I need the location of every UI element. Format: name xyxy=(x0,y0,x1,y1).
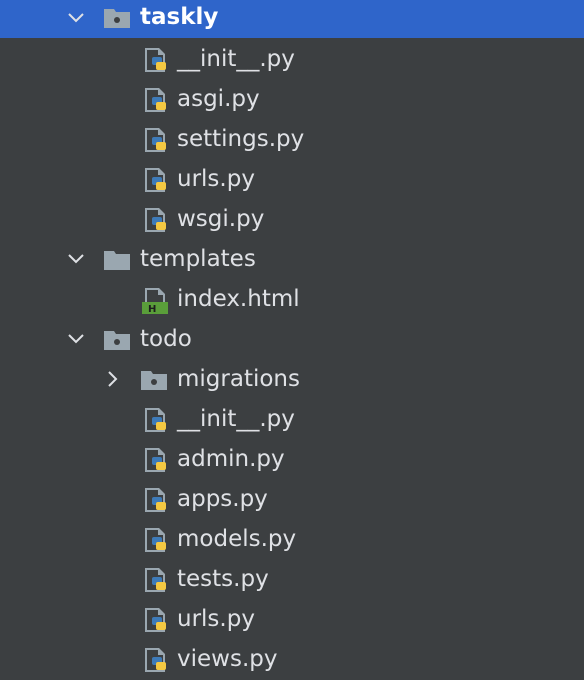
tree-node-file[interactable]: views.py xyxy=(0,640,584,680)
python-file-icon xyxy=(145,488,166,512)
tree-node-file[interactable]: models.py xyxy=(0,520,584,560)
tree-label-file: urls.py xyxy=(177,606,255,632)
tree-label-file: urls.py xyxy=(177,166,255,192)
tree-node-file[interactable]: tests.py xyxy=(0,560,584,600)
tree-label-file: index.html xyxy=(177,286,300,312)
package-folder-icon xyxy=(104,9,130,28)
tree-node-file[interactable]: __init__.py xyxy=(0,40,584,80)
html-badge-letter: H xyxy=(148,304,156,314)
chevron-right-icon[interactable] xyxy=(103,369,123,389)
tree-label-file: apps.py xyxy=(177,486,268,512)
project-tree: taskly __init__.py asgi.py settings.py u… xyxy=(0,0,584,680)
tree-node-file[interactable]: H index.html xyxy=(0,280,584,320)
folder-icon xyxy=(104,251,130,270)
chevron-down-icon[interactable] xyxy=(66,8,86,28)
python-file-icon xyxy=(145,648,166,672)
tree-label-taskly: taskly xyxy=(140,4,219,30)
tree-label-file: wsgi.py xyxy=(177,206,265,232)
tree-label-file: views.py xyxy=(177,646,278,672)
python-file-icon xyxy=(145,128,166,152)
python-file-icon xyxy=(145,48,166,72)
python-file-icon xyxy=(145,88,166,112)
python-file-icon xyxy=(145,608,166,632)
tree-node-file[interactable]: urls.py xyxy=(0,160,584,200)
tree-node-file[interactable]: apps.py xyxy=(0,480,584,520)
python-file-icon xyxy=(145,448,166,472)
tree-node-file[interactable]: admin.py xyxy=(0,440,584,480)
python-file-icon xyxy=(145,168,166,192)
tree-node-file[interactable]: settings.py xyxy=(0,120,584,160)
tree-node-file[interactable]: wsgi.py xyxy=(0,200,584,240)
tree-label-file: models.py xyxy=(177,526,297,552)
tree-label-file: __init__.py xyxy=(177,46,295,72)
tree-label-templates: templates xyxy=(140,246,256,272)
tree-label-file: admin.py xyxy=(177,446,285,472)
tree-node-file[interactable]: __init__.py xyxy=(0,400,584,440)
tree-label-file: asgi.py xyxy=(177,86,260,112)
tree-node-todo[interactable]: todo xyxy=(0,320,584,360)
tree-label-file: settings.py xyxy=(177,126,305,152)
python-file-icon xyxy=(145,208,166,232)
python-file-icon xyxy=(145,408,166,432)
html-file-icon: H xyxy=(142,288,168,314)
python-file-icon xyxy=(145,528,166,552)
package-folder-icon xyxy=(104,331,130,350)
package-folder-icon xyxy=(141,371,167,390)
chevron-down-icon[interactable] xyxy=(66,329,86,349)
tree-label-file: tests.py xyxy=(177,566,269,592)
tree-node-file[interactable]: asgi.py xyxy=(0,80,584,120)
tree-node-migrations[interactable]: migrations xyxy=(0,360,584,400)
tree-node-file[interactable]: urls.py xyxy=(0,600,584,640)
chevron-down-icon[interactable] xyxy=(66,249,86,269)
tree-node-taskly[interactable]: taskly xyxy=(0,0,584,38)
tree-node-templates[interactable]: templates xyxy=(0,240,584,280)
tree-label-migrations: migrations xyxy=(177,366,300,392)
tree-label-todo: todo xyxy=(140,326,192,352)
python-file-icon xyxy=(145,568,166,592)
tree-label-file: __init__.py xyxy=(177,406,295,432)
